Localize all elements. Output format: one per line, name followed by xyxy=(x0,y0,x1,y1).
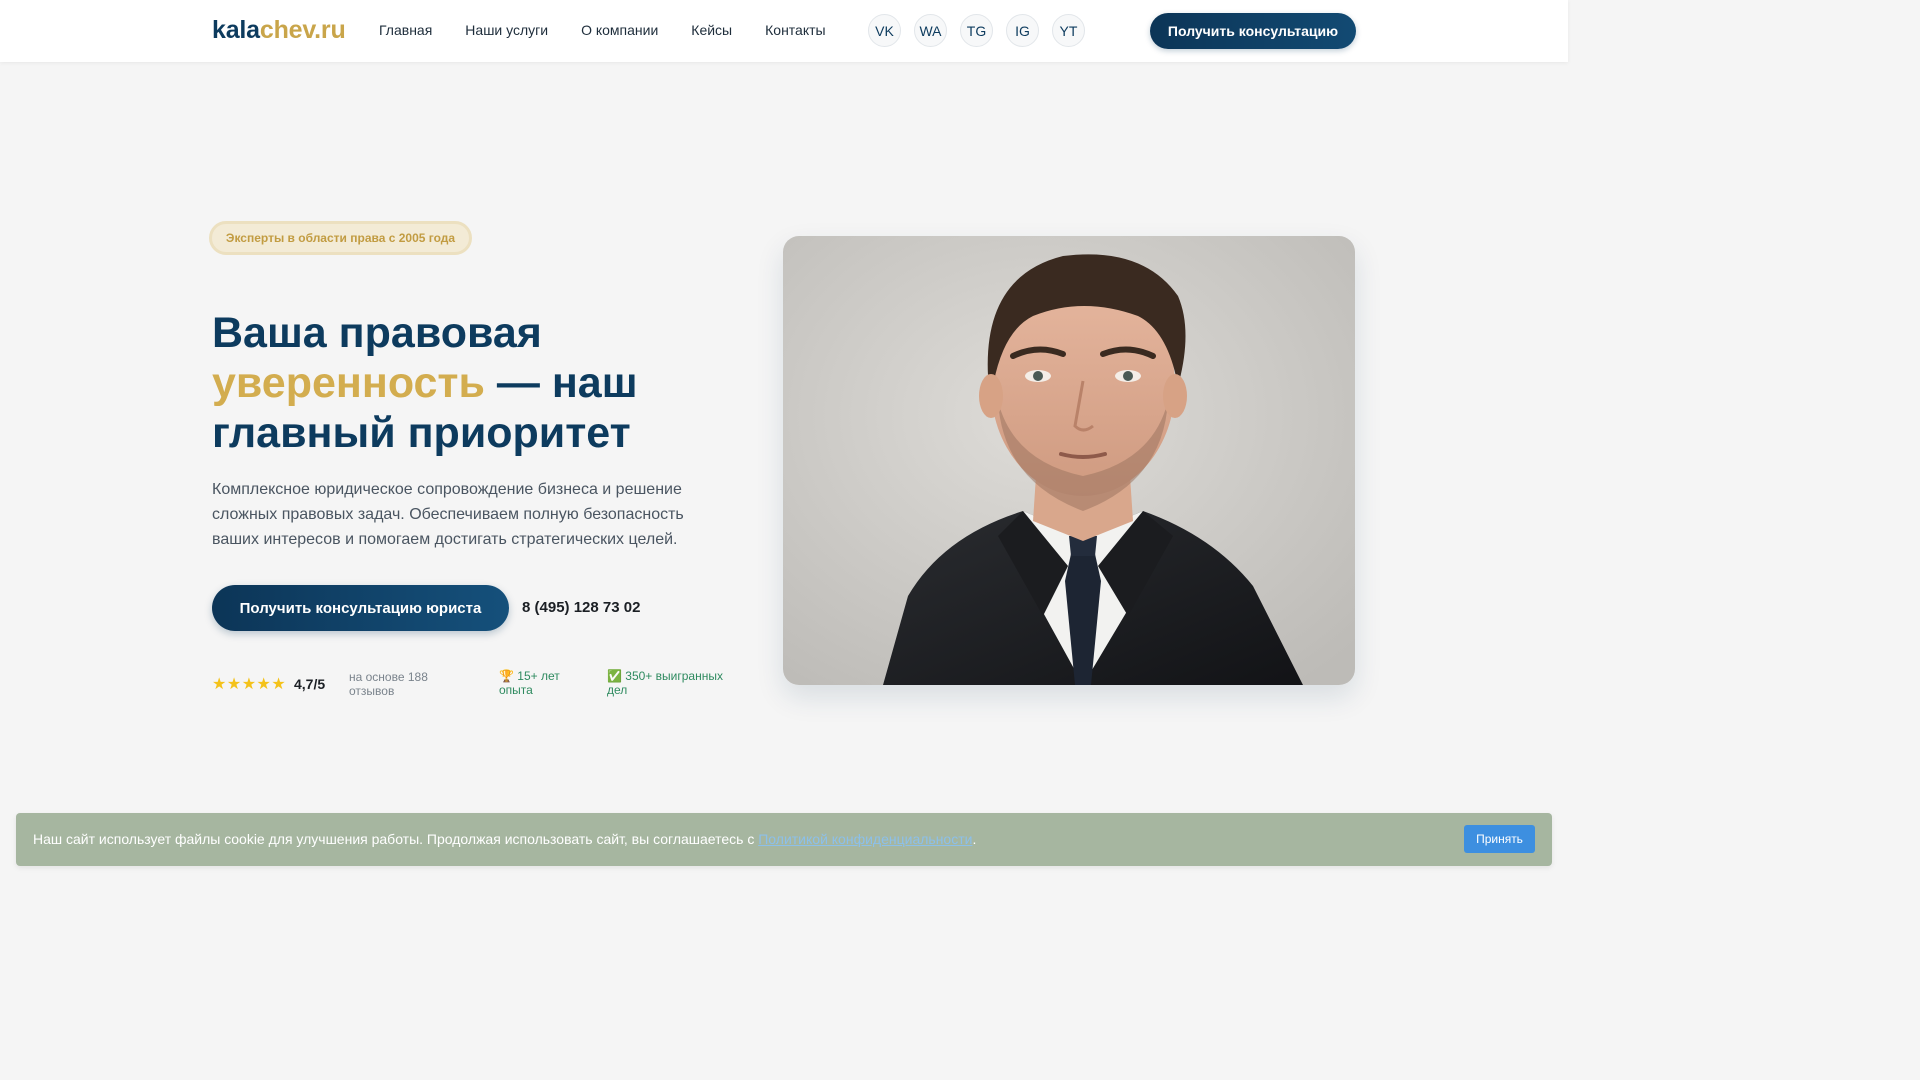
lawyer-portrait-image xyxy=(783,236,1355,685)
nav-link-home[interactable]: Главная xyxy=(379,22,432,38)
social-instagram-button[interactable]: IG xyxy=(1006,14,1039,47)
logo-text-part1: kala xyxy=(212,16,260,44)
nav-link-about[interactable]: О компании xyxy=(581,22,658,38)
social-vk-button[interactable]: VK xyxy=(868,14,901,47)
nav-link-cases[interactable]: Кейсы xyxy=(691,22,732,38)
phone-link[interactable]: 8 (495) 128 73 02 xyxy=(522,599,640,616)
cookie-banner: Наш сайт использует файлы cookie для улу… xyxy=(16,813,1552,866)
social-links: VK WA TG IG YT xyxy=(868,14,1085,47)
reviews-count: на основе 188 отзывов xyxy=(349,670,428,698)
rating-stars-icon: ★★★★★ xyxy=(212,676,287,693)
logo-text-part2: chev.ru xyxy=(259,16,346,44)
nav-link-contacts[interactable]: Контакты xyxy=(765,22,825,38)
rating-value: 4,7/5 xyxy=(294,676,326,692)
experience-badge: Эксперты в области права с 2005 года xyxy=(209,221,472,255)
site-logo[interactable]: kalachev.ru xyxy=(212,16,346,45)
cookie-text: Наш сайт использует файлы cookie для улу… xyxy=(33,831,755,847)
cookie-period: . xyxy=(972,831,977,847)
social-whatsapp-button[interactable]: WA xyxy=(914,14,947,47)
social-telegram-button[interactable]: TG xyxy=(960,14,993,47)
main-nav: Главная Наши услуги О компании Кейсы Кон… xyxy=(379,22,826,38)
social-youtube-button[interactable]: YT xyxy=(1052,14,1085,47)
site-header: kalachev.ru Главная Наши услуги О компан… xyxy=(0,0,1568,62)
headline-part1: Ваша правовая xyxy=(212,309,542,357)
nav-link-services[interactable]: Наши услуги xyxy=(465,22,548,38)
cookie-message: Наш сайт использует файлы cookie для улу… xyxy=(33,831,976,847)
headline-gold-word: уверенность xyxy=(212,359,485,407)
hero-headline: Ваша правовая уверенность — наш главный … xyxy=(212,308,732,458)
cases-won-stat: ✅ 350+ выигранных дел xyxy=(607,669,723,697)
lawyer-consultation-button[interactable]: Получить консультацию юриста xyxy=(212,585,509,631)
accept-cookies-button[interactable]: Принять xyxy=(1464,825,1535,853)
privacy-policy-link[interactable]: Политикой конфиденциальности xyxy=(758,831,972,847)
experience-stat: 🏆 15+ лет опыта xyxy=(499,669,560,697)
hero-description: Комплексное юридическое сопровождение би… xyxy=(212,481,684,548)
header-consultation-button[interactable]: Получить консультацию xyxy=(1150,13,1356,49)
